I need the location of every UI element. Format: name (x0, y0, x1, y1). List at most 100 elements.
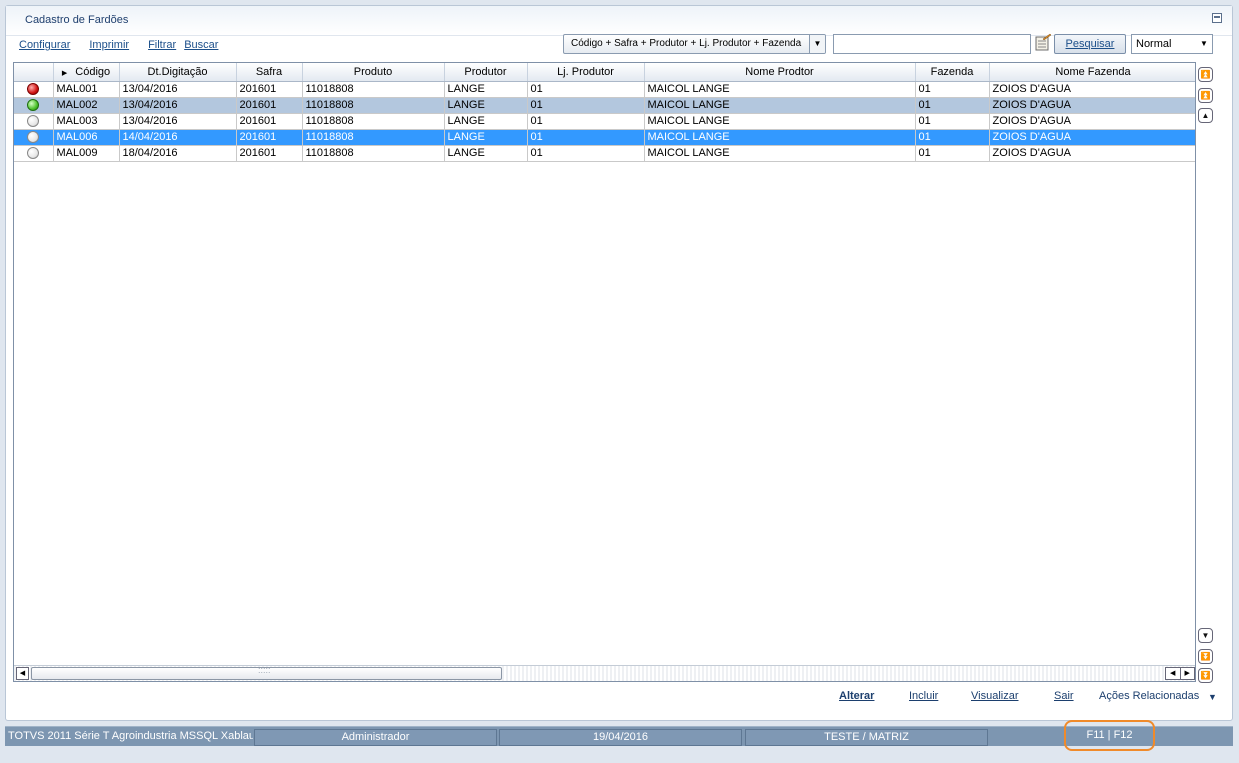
search-order-value: Código + Safra + Produtor + Lj. Produtor… (571, 38, 802, 49)
cell-safra: 201601 (236, 113, 303, 130)
cell-produtor: LANGE (444, 113, 528, 130)
vertical-scroll-controls: ⏫ ⏫ ▲ ▼ ⏬ ⏬ (1198, 62, 1214, 683)
scroll-right-icon[interactable]: ▶ (1181, 668, 1195, 679)
cell-loja: 01 (527, 145, 645, 162)
cell-nome-produtor: MAICOL LANGE (644, 113, 916, 130)
table-header: ▶ Código Dt.Digitação Safra Produto Produ… (14, 63, 1195, 82)
pesquisar-button[interactable]: Pesquisar (1054, 34, 1126, 54)
acoes-relacionadas-button[interactable]: Ações Relacionadas (1099, 690, 1199, 702)
cell-codigo: MAL009 (53, 145, 120, 162)
search-order-select[interactable]: Código + Safra + Produtor + Lj. Produtor… (563, 34, 826, 54)
table-row[interactable]: MAL001 13/04/2016 201601 11018808 LANGE … (14, 81, 1195, 98)
cell-nome-produtor: MAICOL LANGE (644, 129, 916, 146)
cell-codigo: MAL001 (53, 81, 120, 98)
function-keys-highlight[interactable]: F11 | F12 (1064, 720, 1155, 751)
status-green-icon (27, 99, 40, 112)
cell-fazenda: 01 (915, 81, 990, 98)
column-header-safra[interactable]: Safra (236, 63, 303, 82)
scroll-left-icon[interactable]: ◀ (1166, 668, 1181, 679)
cell-loja: 01 (527, 81, 645, 98)
cell-produto: 11018808 (302, 113, 445, 130)
cell-nome-fazenda: ZOIOS D'AGUA (989, 97, 1195, 114)
status-company: TESTE / MATRIZ (745, 729, 988, 746)
horizontal-scrollbar[interactable]: ◀ ◀ ▶ (14, 665, 1195, 681)
cell-produtor: LANGE (444, 129, 528, 146)
view-mode-value: Normal (1136, 38, 1172, 50)
cell-data: 13/04/2016 (119, 97, 237, 114)
status-cell (14, 97, 54, 114)
table-row[interactable]: MAL009 18/04/2016 201601 11018808 LANGE … (14, 145, 1195, 162)
column-header-loja[interactable]: Lj. Produtor (527, 63, 645, 82)
cell-nome-fazenda: ZOIOS D'AGUA (989, 81, 1195, 98)
status-date: 19/04/2016 (499, 729, 742, 746)
cell-nome-produtor: MAICOL LANGE (644, 97, 916, 114)
scroll-down-icon[interactable]: ▼ (1198, 628, 1213, 643)
scroll-top-icon[interactable]: ⏫ (1198, 67, 1213, 82)
scroll-bottom-icon[interactable]: ⏬ (1198, 668, 1213, 683)
status-cell (14, 145, 54, 162)
column-header-produtor[interactable]: Produtor (444, 63, 528, 82)
horizontal-scroll-thumb[interactable] (31, 665, 502, 680)
table-row-selected[interactable]: MAL006 14/04/2016 201601 11018808 LANGE … (14, 129, 1195, 146)
cell-produtor: LANGE (444, 97, 528, 114)
cell-safra: 201601 (236, 129, 303, 146)
status-bar: TOTVS 2011 Série T Agroindustria MSSQL X… (5, 726, 1233, 746)
cell-produto: 11018808 (302, 81, 445, 98)
status-white-icon (27, 147, 40, 160)
table-row[interactable]: MAL003 13/04/2016 201601 11018808 LANGE … (14, 113, 1195, 130)
column-header-codigo[interactable]: ▶ Código (53, 63, 120, 82)
cell-codigo: MAL006 (53, 129, 120, 146)
cell-produto: 11018808 (302, 145, 445, 162)
status-cell (14, 129, 54, 146)
column-header-fazenda[interactable]: Fazenda (915, 63, 990, 82)
calculator-icon[interactable] (1034, 33, 1052, 51)
sair-button[interactable]: Sair (1054, 690, 1074, 702)
scroll-page-up-icon[interactable]: ⏫ (1198, 88, 1213, 103)
scroll-page-down-icon[interactable]: ⏬ (1198, 649, 1213, 664)
status-red-icon (27, 83, 40, 96)
view-mode-select[interactable]: Normal ▼ (1131, 34, 1213, 54)
status-white-icon (27, 115, 40, 128)
window-title: Cadastro de Fardões (25, 14, 129, 26)
imprimir-link[interactable]: Imprimir (89, 39, 129, 51)
scroll-left-icon[interactable]: ◀ (16, 667, 29, 680)
data-grid: ▶ Código Dt.Digitação Safra Produto Produ… (13, 62, 1196, 682)
sort-arrow-icon: ▶ (61, 69, 68, 77)
cell-nome-produtor: MAICOL LANGE (644, 81, 916, 98)
column-header-codigo-label: Código (75, 65, 111, 78)
column-header-nome-fazenda[interactable]: Nome Fazenda (989, 63, 1195, 82)
cell-data: 13/04/2016 (119, 81, 237, 98)
configurar-link[interactable]: Configurar (19, 39, 70, 51)
search-input[interactable] (833, 34, 1031, 54)
cell-codigo: MAL002 (53, 97, 120, 114)
status-cell (14, 81, 54, 98)
column-header-data[interactable]: Dt.Digitação (119, 63, 237, 82)
scroll-up-icon[interactable]: ▲ (1198, 108, 1213, 123)
buscar-link[interactable]: Buscar (184, 39, 218, 51)
horizontal-scroll-buttons: ◀ ▶ (1165, 667, 1195, 680)
cell-fazenda: 01 (915, 129, 990, 146)
filtrar-link[interactable]: Filtrar (148, 39, 176, 51)
visualizar-button[interactable]: Visualizar (971, 690, 1019, 702)
cell-data: 14/04/2016 (119, 129, 237, 146)
chevron-down-icon[interactable]: ▼ (1208, 692, 1217, 702)
status-system: TOTVS 2011 Série T Agroindustria MSSQL X… (8, 730, 253, 742)
column-header-produto[interactable]: Produto (302, 63, 445, 82)
incluir-button[interactable]: Incluir (909, 690, 938, 702)
minimize-icon[interactable] (1212, 13, 1222, 23)
cell-fazenda: 01 (915, 97, 990, 114)
table-row[interactable]: MAL002 13/04/2016 201601 11018808 LANGE … (14, 97, 1195, 114)
chevron-down-icon[interactable]: ▼ (809, 35, 825, 53)
cell-codigo: MAL003 (53, 113, 120, 130)
cell-produto: 11018808 (302, 97, 445, 114)
status-user: Administrador (254, 729, 497, 746)
toolbar-links: Configurar Imprimir Filtrar Buscar (19, 39, 237, 51)
cell-safra: 201601 (236, 97, 303, 114)
cell-fazenda: 01 (915, 145, 990, 162)
alterar-button[interactable]: Alterar (839, 690, 874, 702)
column-header-nome-produtor[interactable]: Nome Prodtor (644, 63, 916, 82)
column-header-status[interactable] (14, 63, 54, 82)
chevron-down-icon[interactable]: ▼ (1196, 35, 1212, 53)
cell-produtor: LANGE (444, 81, 528, 98)
cell-nome-fazenda: ZOIOS D'AGUA (989, 113, 1195, 130)
